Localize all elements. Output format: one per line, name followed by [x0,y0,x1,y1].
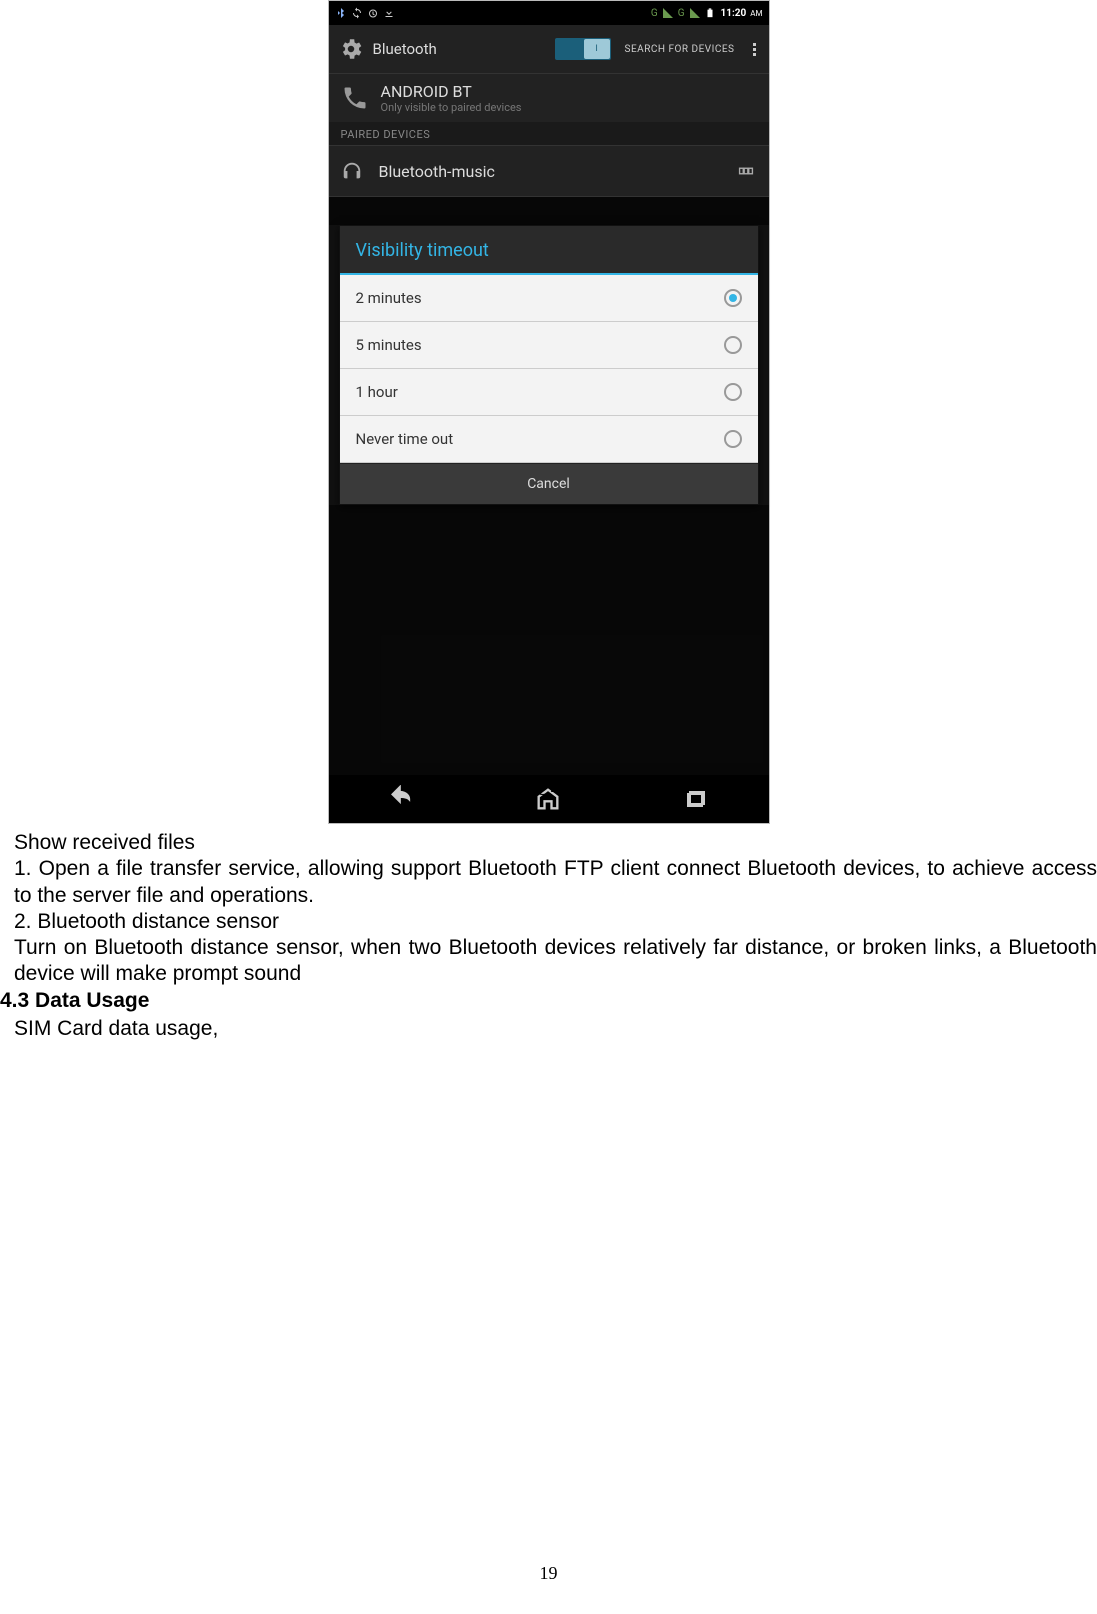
network-g-2: G [678,8,685,19]
figure-caption: pic.4.8 [0,778,1097,801]
sync-icon [351,7,363,19]
option-label: 2 minutes [356,289,724,307]
screenshot-figure: G G 11:20 AM [328,0,770,824]
overflow-menu-icon[interactable] [745,43,765,56]
battery-icon [705,7,717,19]
paired-device-name: Bluetooth-music [379,162,735,181]
actionbar-title: Bluetooth [373,40,437,58]
bluetooth-toggle[interactable]: I [555,38,611,60]
sim-card-line: SIM Card data usage, [14,1016,1097,1042]
headphones-icon [341,160,363,182]
visibility-timeout-dialog: Visibility timeout 2 minutes 5 minutes 1… [339,225,759,505]
action-bar: Bluetooth I SEARCH FOR DEVICES [329,25,769,74]
clock-ampm: AM [750,9,762,18]
option-5-minutes[interactable]: 5 minutes [340,322,758,369]
device-subtitle: Only visible to paired devices [381,101,522,114]
search-for-devices-button[interactable]: SEARCH FOR DEVICES [625,44,735,55]
body-text: Show received files 1. Open a file trans… [14,830,1097,1042]
body-line-3: Turn on Bluetooth distance sensor, when … [14,935,1097,988]
section-4-3-heading: 4.3 Data Usage [0,988,1097,1014]
toggle-knob: I [584,39,610,59]
paired-devices-label: PAIRED DEVICES [329,122,769,145]
cancel-button[interactable]: Cancel [340,463,758,504]
clock-time: 11:20 [721,8,747,19]
option-label: 5 minutes [356,336,724,354]
option-label: 1 hour [356,383,724,401]
phone-screen: G G 11:20 AM [329,1,769,823]
body-line-1: 1. Open a file transfer service, allowin… [14,856,1097,909]
page-number: 19 [0,1563,1097,1584]
download-icon [383,7,395,19]
option-label: Never time out [356,430,724,448]
signal-icon-2 [689,7,701,19]
device-settings-icon[interactable] [735,160,757,182]
bluetooth-icon [335,7,347,19]
option-1-hour[interactable]: 1 hour [340,369,758,416]
dim-overlay-bottom [329,505,769,775]
this-device-row[interactable]: ANDROID BT Only visible to paired device… [329,74,769,122]
settings-icon[interactable] [329,25,373,73]
paired-device-row[interactable]: Bluetooth-music [329,145,769,197]
radio-icon [724,430,742,448]
signal-icon-1 [662,7,674,19]
phone-icon [341,84,369,112]
radio-selected-icon [724,289,742,307]
status-bar: G G 11:20 AM [329,1,769,25]
network-g-1: G [651,8,658,19]
dim-overlay-top [329,197,769,225]
dialog-title: Visibility timeout [340,226,758,275]
body-line-2: 2. Bluetooth distance sensor [14,909,1097,935]
alarm-icon [367,7,379,19]
show-received-files-heading: Show received files [14,830,1097,856]
option-never-time-out[interactable]: Never time out [340,416,758,463]
option-2-minutes[interactable]: 2 minutes [340,275,758,322]
device-name: ANDROID BT [381,82,522,101]
radio-icon [724,383,742,401]
radio-icon [724,336,742,354]
